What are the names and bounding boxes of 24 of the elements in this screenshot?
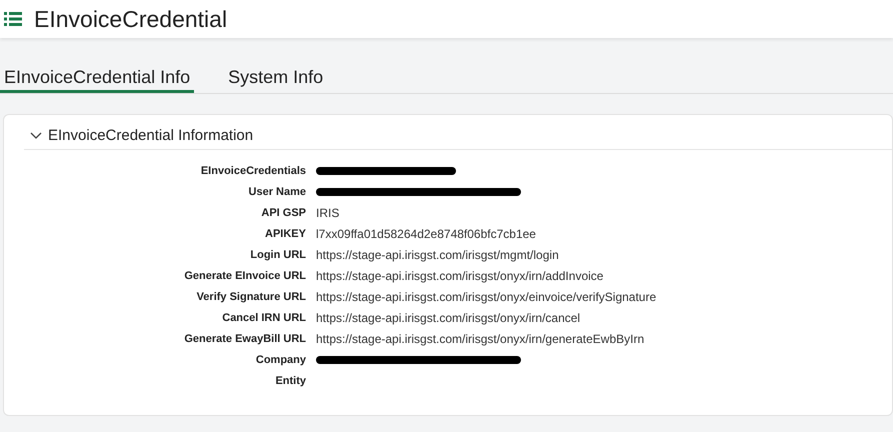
field-label: Verify Signature URL — [196, 290, 307, 302]
field-value: https://stage-api.irisgst.com/irisgst/onyx/irn/cancel — [316, 310, 580, 324]
field-value: IRIS — [316, 206, 340, 220]
field-value: l7xx09ffa01d58264d2e8748f06bfc7cb1ee — [316, 226, 536, 240]
field-label: APIKEY — [264, 228, 307, 240]
tab[interactable]: System Info — [224, 65, 328, 93]
page-title: EInvoiceCredential — [34, 6, 228, 32]
field-value: https://stage-api.irisgst.com/irisgst/mgmt/login — [316, 248, 559, 262]
field-label: API GSP — [260, 206, 307, 218]
field-value: https://stage-api.irisgst.com/irisgst/onyx/irn/addInvoice — [316, 268, 604, 282]
chevron-icon[interactable] — [30, 132, 42, 140]
field-label: Cancel IRN URL — [221, 312, 307, 324]
list-icon[interactable] — [4, 12, 22, 26]
field-label: User Name — [248, 186, 307, 198]
field-label: Company — [254, 354, 307, 366]
field-value: https://stage-api.irisgst.com/irisgst/onyx/einvoice/verifySignature — [316, 290, 656, 304]
section-title: EInvoiceCredential Information — [48, 127, 254, 144]
field-label: EInvoiceCredentials — [200, 164, 307, 176]
field-label: Generate EInvoice URL — [183, 270, 307, 282]
field-label: Entity — [274, 374, 307, 386]
tab[interactable]: EInvoiceCredential Info — [0, 65, 194, 93]
field-value: https://stage-api.irisgst.com/irisgst/onyx/irn/generateEwbByIrn — [316, 332, 644, 346]
field-label: Generate EwayBill URL — [183, 332, 307, 344]
field-label: Login URL — [249, 248, 307, 260]
